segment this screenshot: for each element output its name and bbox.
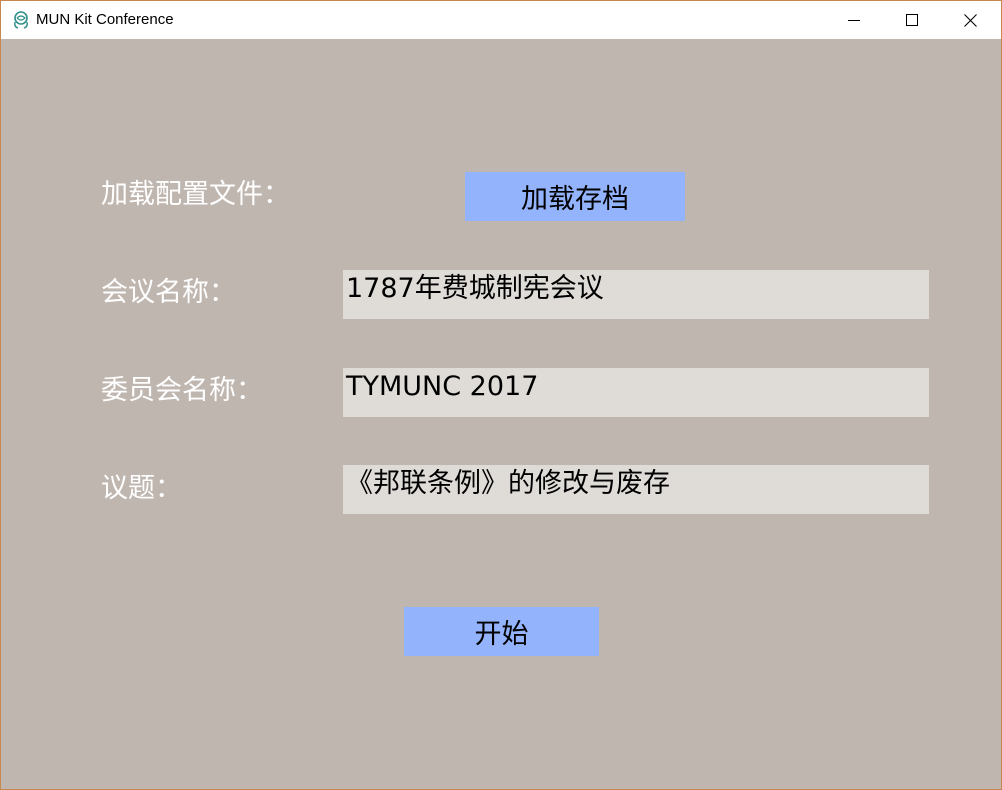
maximize-button[interactable]	[883, 1, 941, 39]
minimize-button[interactable]	[825, 1, 883, 39]
minimize-icon	[848, 20, 860, 21]
load-config-label: 加载配置文件：	[101, 179, 290, 210]
committee-name-field[interactable]: TYMUNC 2017	[343, 368, 929, 417]
start-button[interactable]: 开始	[404, 607, 599, 656]
mun-logo-icon	[14, 11, 28, 29]
topic-label: 议题：	[101, 473, 182, 504]
committee-name-label: 委员会名称：	[101, 375, 263, 406]
conference-name-label: 会议名称：	[101, 277, 236, 308]
title-bar[interactable]: MUN Kit Conference	[1, 1, 1001, 39]
load-save-button[interactable]: 加载存档	[465, 172, 685, 221]
app-window: MUN Kit Conference 加载配置文件： 加载存档 会议名称： 17…	[0, 0, 1002, 790]
conference-name-field[interactable]: 1787年费城制宪会议	[343, 270, 929, 319]
window-title: MUN Kit Conference	[36, 11, 174, 28]
topic-field[interactable]: 《邦联条例》的修改与废存	[343, 465, 929, 514]
close-button[interactable]	[941, 1, 999, 39]
maximize-icon	[906, 14, 918, 26]
close-icon	[963, 13, 977, 27]
